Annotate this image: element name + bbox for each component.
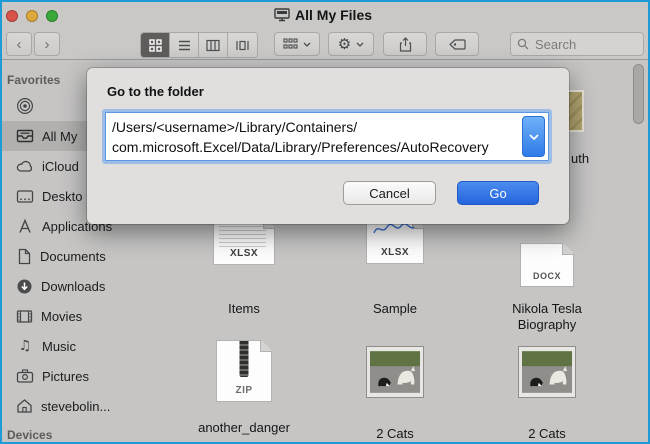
chevron-down-icon [529,134,539,140]
sidebar-item-home[interactable]: stevebolin... [2,391,162,421]
file-nikola-tesla-biography[interactable]: DOCX Nikola Tesla Biography [491,217,603,333]
music-icon: ♫ [16,339,34,353]
path-history-dropdown[interactable] [522,116,545,157]
chevron-down-icon [356,42,364,47]
partial-file-label: uth [571,151,589,166]
file-name: 2 Cats [339,426,451,442]
sidebar-item-label: Downloads [41,279,105,294]
sidebar-item-label: Pictures [42,369,89,384]
file-name: Nikola Tesla Biography [491,301,603,333]
file-name: 2 Cats [491,426,603,442]
toolbar: ‹ › [2,28,648,60]
file-name: Items [188,301,300,317]
finder-window: All My Files ‹ › [0,0,650,444]
search-field[interactable] [510,32,644,56]
sidebar-item-music[interactable]: ♫ Music [2,331,162,361]
file-items[interactable]: XLSX Items [188,217,300,317]
coverflow-view-button[interactable] [228,33,257,57]
coverflow-view-icon [235,39,250,52]
cats-photo-icon [518,346,576,398]
applications-icon [16,219,34,234]
search-input[interactable] [533,36,627,53]
sidebar-item-label: Deskto [42,189,82,204]
file-2-cats-1[interactable]: 2 Cats [339,346,451,442]
list-view-icon [178,39,191,52]
file-type-badge: XLSX [214,248,274,259]
sidebar-item-movies[interactable]: Movies [2,301,162,331]
grid-view-icon [149,39,162,52]
movies-icon [16,309,33,324]
zipper [240,341,249,377]
window-title-text: All My Files [295,7,372,23]
pictures-icon [16,369,34,383]
close-button[interactable] [6,10,18,22]
tag-button[interactable] [435,32,479,56]
document-icon [16,248,32,265]
desktop-icon [16,189,34,204]
back-button[interactable]: ‹ [6,32,32,56]
search-icon [517,38,529,50]
list-view-button[interactable] [170,33,199,57]
arrange-dropdown[interactable] [274,32,320,56]
window-title: All My Files [274,7,372,23]
favorites-header: Favorites [7,73,60,87]
sidebar-item-pictures[interactable]: Pictures [2,361,162,391]
cats-photo-icon [366,346,424,398]
file-2-cats-2[interactable]: 2 Cats [491,346,603,442]
cancel-button[interactable]: Cancel [343,181,436,205]
sidebar-item-label: Music [42,339,76,354]
path-line-1: /Users/<username>/Library/Containers/ [112,117,518,137]
computer-icon [274,8,290,22]
minimize-button[interactable] [26,10,38,22]
view-mode-switcher [140,32,258,58]
xlsx-file-icon: XLSX [213,217,275,265]
tag-icon [449,39,466,50]
sidebar-item-label: Documents [40,249,106,264]
columns-view-icon [206,39,220,52]
sidebar-item-downloads[interactable]: Downloads [2,271,162,301]
file-name: another_danger [188,420,300,436]
docx-file-icon: DOCX [520,243,574,287]
file-sample[interactable]: XLSX Sample [339,217,451,317]
columns-view-button[interactable] [199,33,228,57]
file-type-badge: DOCX [521,271,573,281]
scrollbar-thumb[interactable] [633,64,644,124]
sidebar-item-label: All My [42,129,77,144]
file-another-danger[interactable]: ZIP another_danger [188,340,300,436]
share-icon [399,37,412,52]
file-type-badge: ZIP [217,385,271,396]
action-dropdown[interactable]: ⚙ [328,32,374,56]
home-icon [16,398,33,414]
sidebar-item-label: stevebolin... [41,399,110,414]
forward-button[interactable]: › [34,32,60,56]
zip-file-icon: ZIP [216,340,272,402]
zoom-button[interactable] [46,10,58,22]
all-my-files-icon [16,128,34,144]
dialog-title: Go to the folder [107,84,204,99]
path-line-2: com.microsoft.Excel/Data/Library/Prefere… [112,137,518,157]
path-input[interactable]: /Users/<username>/Library/Containers/ co… [105,112,549,161]
chevron-down-icon [303,42,311,47]
go-button[interactable]: Go [457,181,539,205]
cloud-icon [16,159,34,173]
file-type-badge: XLSX [367,247,423,258]
sidebar-item-label: Movies [41,309,82,324]
share-button[interactable] [383,32,427,56]
grid-view-button[interactable] [141,33,170,57]
gear-icon: ⚙ [338,37,351,52]
devices-header: Devices [7,428,52,442]
downloads-icon [16,278,33,295]
titlebar: All My Files [2,2,648,28]
file-name: Sample [339,301,451,317]
arrange-icon [283,38,298,50]
go-to-folder-dialog: Go to the folder /Users/<username>/Libra… [87,68,569,224]
xlsx-file-icon: XLSX [366,217,424,264]
airdrop-icon [16,97,34,115]
sidebar-item-documents[interactable]: Documents [2,241,162,271]
sidebar-item-label: iCloud [42,159,79,174]
